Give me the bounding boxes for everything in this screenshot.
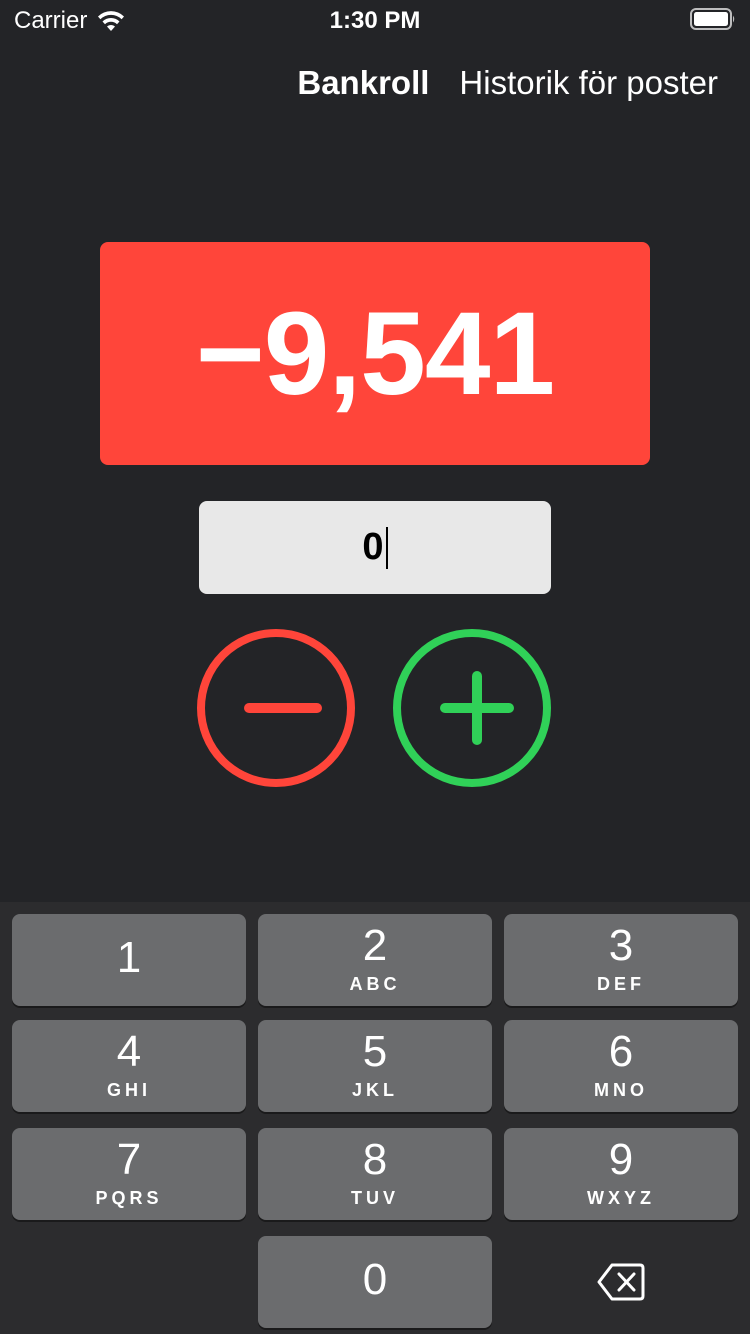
key-digit: 4	[116, 1027, 142, 1076]
amount-input[interactable]: 0	[199, 501, 551, 594]
battery-icon	[690, 8, 735, 30]
backspace-icon	[597, 1263, 645, 1301]
key-digit: 6	[608, 1027, 634, 1076]
key-7[interactable]: 7 PQRS	[12, 1128, 246, 1220]
minus-icon	[244, 703, 322, 713]
subtract-button[interactable]	[197, 629, 355, 787]
key-1[interactable]: 1	[12, 914, 246, 1006]
key-9[interactable]: 9 WXYZ	[504, 1128, 738, 1220]
numeric-keypad: 1 2 ABC 3 DEF 4 GHI 5 JKL 6 MNO 7 PQRS 8…	[0, 902, 750, 1334]
amount-input-value: 0	[362, 526, 384, 568]
top-navigation: Bankroll Historik för poster	[297, 64, 718, 102]
status-bar: Carrier 1:30 PM	[0, 0, 750, 40]
key-2[interactable]: 2 ABC	[258, 914, 492, 1006]
key-digit: 3	[608, 921, 634, 970]
key-letters: MNO	[594, 1080, 648, 1100]
key-digit: 2	[362, 921, 388, 970]
key-letters: GHI	[106, 1080, 151, 1100]
key-digit: 8	[362, 1135, 388, 1184]
nav-item-history[interactable]: Historik för poster	[459, 64, 718, 102]
plus-icon	[440, 671, 514, 745]
key-6[interactable]: 6 MNO	[504, 1020, 738, 1112]
balance-display: −9,541	[100, 242, 650, 465]
balance-value: −9,541	[195, 287, 555, 420]
key-letters: JKL	[351, 1080, 398, 1100]
status-time: 1:30 PM	[329, 7, 421, 34]
key-4[interactable]: 4 GHI	[12, 1020, 246, 1112]
key-3[interactable]: 3 DEF	[504, 914, 738, 1006]
add-button[interactable]	[393, 629, 551, 787]
text-caret	[385, 526, 388, 569]
key-digit: 1	[116, 933, 142, 982]
key-5[interactable]: 5 JKL	[258, 1020, 492, 1112]
key-letters: DEF	[597, 974, 645, 994]
nav-item-bankroll[interactable]: Bankroll	[297, 64, 429, 102]
key-digit: 7	[116, 1135, 142, 1184]
backspace-key[interactable]	[504, 1236, 738, 1328]
key-0[interactable]: 0	[258, 1236, 492, 1328]
key-digit: 0	[362, 1255, 388, 1304]
key-letters: ABC	[349, 974, 401, 994]
key-digit: 5	[362, 1027, 388, 1076]
key-letters: PQRS	[95, 1188, 163, 1208]
key-8[interactable]: 8 TUV	[258, 1128, 492, 1220]
key-digit: 9	[608, 1135, 634, 1184]
key-letters: TUV	[351, 1188, 399, 1208]
key-letters: WXYZ	[587, 1188, 655, 1208]
